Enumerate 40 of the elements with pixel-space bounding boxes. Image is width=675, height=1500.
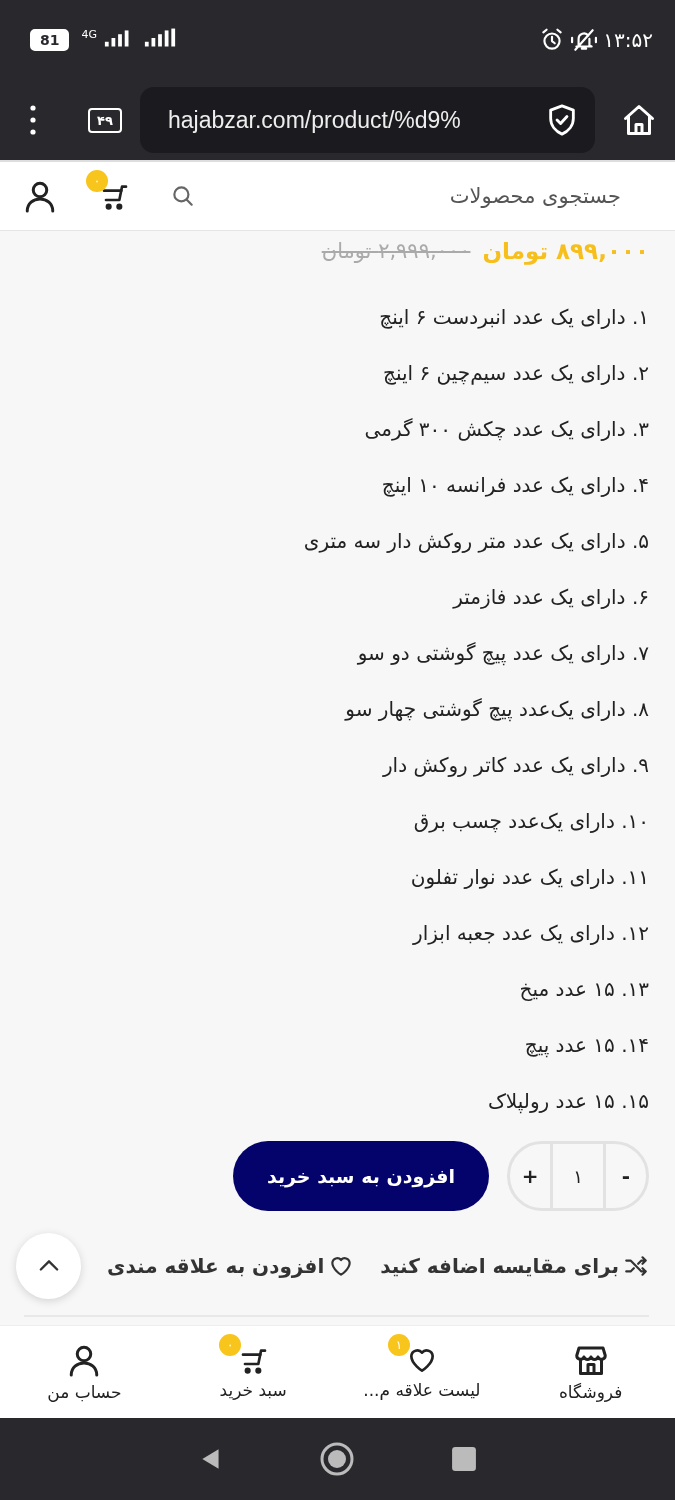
search-icon[interactable] [170, 183, 196, 209]
feature-item: ۴. دارای یک عدد فرانسه ۱۰ اینچ [380, 472, 649, 499]
sale-price: ۸۹۹,۰۰۰ تومان [482, 238, 649, 264]
nav-label[interactable]: لیست علاقه م... [363, 1380, 481, 1400]
compare-link[interactable]: برای مقایسه اضافه کنید [380, 1253, 649, 1279]
menu-icon[interactable] [30, 105, 36, 135]
feature-item: ۹. دارای یک عدد کاتر روکش دار [381, 752, 649, 779]
muted-bell-icon [571, 27, 598, 53]
nav-label[interactable]: فروشگاه [558, 1382, 623, 1402]
home-button-icon[interactable] [319, 1441, 356, 1477]
clock-time: ۱۳:۵۲ [603, 28, 653, 52]
battery-icon: 81 [30, 29, 70, 51]
feature-item: ۳. دارای یک عدد چکش ۳۰۰ گرمی [363, 416, 649, 443]
feature-item: ۸. دارای یک‌عدد پیچ گوشتی چهار سو [343, 696, 649, 724]
feature-item: ۲. دارای یک عدد سیم‌چین ۶ اینچ [382, 360, 649, 387]
feature-item: ۱۱. دارای یک عدد نوار تفلون [409, 864, 649, 891]
search-field[interactable]: جستجوی محصولات [246, 184, 661, 208]
original-price: ۲,۹۹۹,۰۰۰ تومان [321, 239, 471, 263]
feature-item: ۱۴. ۱۵ عدد پیچ [523, 1032, 649, 1060]
feature-item: ۱۲. دارای یک عدد جعبه ابزار [411, 920, 649, 947]
nav-label[interactable]: حساب من [47, 1382, 122, 1402]
cart-count-badge: ۰ [86, 170, 108, 192]
feature-item: ۶. دارای یک عدد فازمتر [451, 584, 649, 611]
quantity-stepper[interactable]: - ۱ + [507, 1141, 649, 1211]
count-badge: ۰ [219, 1334, 242, 1356]
feature-item: ۱۳. ۱۵ عدد میخ [518, 976, 649, 1003]
nav-label[interactable]: سبد خرید [219, 1380, 287, 1400]
feature-item: ۷. دارای یک عدد پیچ گوشتی دو سو [356, 640, 649, 668]
address-field[interactable]: hajabzar.com/product/%d9% [140, 87, 595, 153]
add-to-cart-button[interactable]: افزودن به سبد خرید [232, 1141, 489, 1211]
tab-count-button[interactable]: ۴۹ [88, 107, 122, 133]
network-label: 4G [81, 28, 97, 41]
feature-item: ۱. دارای یک عدد انبردست ۶ اینچ [378, 304, 649, 331]
feature-item: ۱۰. دارای یک‌عدد چسب برق [412, 808, 649, 835]
count-badge: ۱ [387, 1334, 410, 1356]
wishlist-link[interactable]: افزودن به علاقه مندی [107, 1253, 355, 1279]
shuffle-icon [623, 1253, 649, 1279]
recents-icon[interactable] [451, 1446, 478, 1472]
feature-item: ۵. دارای یک عدد متر روکش دار سه متری [302, 528, 649, 555]
feature-item: ۱۵. ۱۵ عدد رولپلاک [486, 1088, 649, 1116]
